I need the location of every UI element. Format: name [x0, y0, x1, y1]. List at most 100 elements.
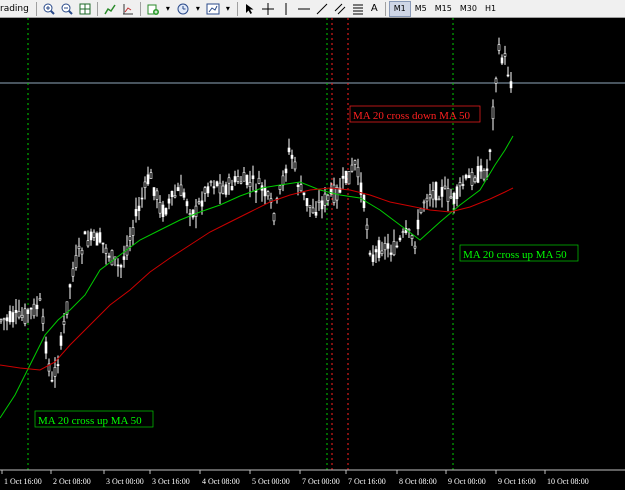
candle-body	[461, 184, 465, 186]
candle-body	[185, 201, 189, 207]
candle-body	[362, 194, 366, 208]
crosshair-icon[interactable]	[259, 1, 277, 17]
candle-body	[149, 172, 153, 179]
candle-body	[119, 264, 123, 268]
toolbar-separator	[236, 1, 238, 16]
candle-body	[173, 195, 177, 198]
candle-body	[467, 175, 471, 179]
candle-body	[209, 181, 213, 183]
candle-body	[179, 184, 183, 197]
timeframe-h1[interactable]: H1	[481, 1, 500, 17]
candle-body	[509, 81, 513, 89]
candle-body	[479, 165, 483, 172]
candle-body	[20, 314, 24, 318]
fibonacci-icon[interactable]	[349, 1, 367, 17]
candle-body	[428, 194, 432, 199]
candle-body	[296, 184, 300, 187]
candle-body	[182, 192, 186, 198]
time-tick-label: 5 Oct 00:00	[252, 477, 290, 486]
candle-body	[272, 213, 276, 222]
candle-body	[98, 232, 102, 243]
candle-body	[305, 198, 309, 207]
candle-body	[5, 317, 9, 322]
price-chart[interactable]: MA 20 cross up MA 50 MA 20 cross down MA…	[0, 18, 625, 490]
candle-body	[506, 74, 510, 77]
text-tool-button[interactable]: A	[367, 1, 382, 17]
timeframe-m1[interactable]: M1	[388, 0, 411, 17]
candle-body	[503, 53, 507, 57]
candle-body	[500, 57, 504, 64]
candle-body	[344, 170, 348, 184]
candle-body	[482, 169, 486, 180]
candle-body	[110, 250, 114, 266]
chart-window-icon[interactable]	[204, 1, 222, 17]
horizontal-line-icon[interactable]	[295, 1, 313, 17]
timeframe-m30[interactable]: M30	[456, 1, 481, 17]
candle-body	[383, 243, 387, 251]
candle-body	[221, 185, 225, 194]
candle-body	[281, 175, 285, 186]
candle-body	[431, 190, 435, 200]
time-tick-label: 9 Oct 00:00	[448, 477, 486, 486]
templates-icon[interactable]	[144, 1, 162, 17]
chart-type-icon[interactable]	[101, 1, 119, 17]
candle-body	[380, 250, 384, 255]
candle-body	[191, 209, 195, 218]
vertical-line-icon[interactable]	[277, 1, 295, 17]
candle-body	[104, 247, 108, 254]
dropdown-arrow-icon[interactable]: ▾	[162, 1, 174, 17]
candle-body	[83, 231, 87, 235]
candle-body	[341, 175, 345, 179]
zoom-out-icon[interactable]	[58, 1, 76, 17]
indicators-icon[interactable]	[119, 1, 137, 17]
dropdown-arrow-icon[interactable]: ▾	[192, 1, 204, 17]
trendline-icon[interactable]	[313, 1, 331, 17]
menu-label[interactable]: rading	[0, 0, 33, 18]
candle-body	[233, 176, 237, 183]
candle-body	[131, 227, 135, 236]
candle-body	[200, 200, 204, 207]
candle-body	[257, 177, 261, 184]
tile-windows-icon[interactable]	[76, 1, 94, 17]
candle-body	[227, 177, 231, 184]
candle-body	[206, 186, 210, 194]
candle-body	[476, 166, 480, 183]
time-tick-label: 8 Oct 08:00	[399, 477, 437, 486]
timeframe-m5[interactable]: M5	[411, 1, 431, 17]
candle-body	[128, 236, 132, 241]
candle-body	[89, 231, 93, 241]
candle-body	[74, 255, 78, 268]
periodicity-icon[interactable]	[174, 1, 192, 17]
candle-body	[293, 161, 297, 170]
candle-body	[0, 319, 3, 322]
candle-body	[212, 186, 216, 189]
candle-body	[440, 187, 444, 197]
candle-body	[176, 187, 180, 192]
candle-body	[410, 235, 414, 239]
time-tick-label: 3 Oct 00:00	[106, 477, 144, 486]
candle-body	[488, 149, 492, 153]
candle-body	[497, 44, 501, 51]
candle-body	[35, 304, 39, 310]
candle-body	[8, 311, 12, 323]
candle-body	[194, 205, 198, 217]
candle-body	[278, 185, 282, 190]
candle-body	[290, 154, 294, 159]
candle-body	[143, 181, 147, 188]
cursor-icon[interactable]	[241, 1, 259, 17]
candle-body	[422, 201, 426, 204]
candle-body	[323, 193, 327, 206]
candle-body	[29, 307, 33, 310]
candle-body	[302, 192, 306, 196]
timeframe-m15[interactable]: M15	[431, 1, 456, 17]
candle-body	[446, 188, 450, 202]
toolbar-separator	[384, 1, 386, 16]
candle-body	[287, 147, 291, 153]
candle-body	[374, 249, 378, 253]
toolbar-separator	[35, 1, 37, 16]
equidistant-channel-icon[interactable]	[331, 1, 349, 17]
annotation-text: MA 20 cross up MA 50	[463, 249, 567, 261]
zoom-in-icon[interactable]	[40, 1, 58, 17]
dropdown-arrow-icon[interactable]: ▾	[222, 1, 234, 17]
annotation-text: MA 20 cross up MA 50	[38, 415, 142, 427]
